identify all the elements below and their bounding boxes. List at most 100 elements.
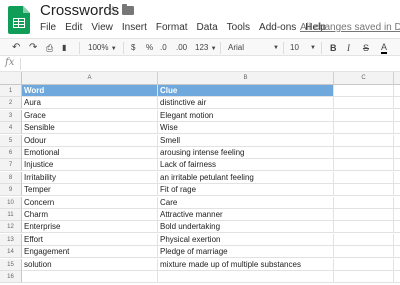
menu-insert[interactable]: Insert <box>122 22 147 33</box>
cell-clue[interactable]: mixture made up of multiple substances <box>158 258 334 271</box>
cell-empty[interactable] <box>394 234 400 246</box>
font-size-select[interactable]: 10 <box>290 42 299 54</box>
cell-clue[interactable]: Physical exertion <box>158 233 334 246</box>
row-number[interactable]: 14 <box>0 246 22 259</box>
cell-empty[interactable] <box>334 184 394 197</box>
bold-button[interactable]: B <box>330 42 337 54</box>
row-number[interactable]: 5 <box>0 134 22 147</box>
row-number[interactable]: 3 <box>0 109 22 122</box>
cell-empty[interactable] <box>394 221 400 234</box>
cell-empty[interactable] <box>394 246 400 259</box>
cell-empty[interactable] <box>334 134 394 147</box>
cell-empty[interactable] <box>394 271 400 283</box>
row-number[interactable]: 6 <box>0 147 22 159</box>
chevron-down-icon[interactable]: ▼ <box>310 42 316 54</box>
menu-tools[interactable]: Tools <box>227 22 250 33</box>
strikethrough-button[interactable]: S <box>363 42 369 54</box>
row-number[interactable]: 12 <box>0 221 22 234</box>
row-number[interactable]: 13 <box>0 233 22 246</box>
text-color-button[interactable]: A <box>381 42 388 54</box>
cell-word[interactable] <box>22 271 158 283</box>
cell-clue[interactable] <box>158 271 334 283</box>
row-number[interactable]: 10 <box>0 196 22 209</box>
redo-icon[interactable]: ↷ <box>29 42 37 54</box>
menu-format[interactable]: Format <box>156 22 188 33</box>
row-number[interactable]: 16 <box>0 271 22 283</box>
cell-empty[interactable] <box>334 258 394 271</box>
cell-empty[interactable] <box>334 233 394 246</box>
cell-clue[interactable]: Wise <box>158 122 334 135</box>
cell-empty[interactable] <box>334 85 394 97</box>
cell-empty[interactable] <box>394 97 400 110</box>
cell-clue[interactable]: Smell <box>158 134 334 147</box>
cell-word[interactable]: Concern <box>22 196 158 209</box>
chevron-down-icon[interactable]: ▼ <box>273 42 279 54</box>
cell-empty[interactable] <box>394 110 400 122</box>
menu-view[interactable]: View <box>91 22 113 33</box>
column-header-d[interactable] <box>394 72 400 85</box>
cell-clue[interactable]: an irritable petulant feeling <box>158 171 334 184</box>
row-number[interactable]: 2 <box>0 97 22 110</box>
cell-empty[interactable] <box>394 135 400 147</box>
cell-empty[interactable] <box>394 197 400 209</box>
cell-clue[interactable]: Elegant motion <box>158 109 334 122</box>
cell-clue[interactable]: distinctive air <box>158 97 334 110</box>
cell-empty[interactable] <box>334 209 394 221</box>
row-number[interactable]: 1 <box>0 85 22 97</box>
menu-addons[interactable]: Add-ons <box>259 22 296 33</box>
sheets-logo-icon[interactable] <box>8 6 30 34</box>
menu-data[interactable]: Data <box>197 22 218 33</box>
paint-format-icon[interactable]: ▮ <box>62 42 66 54</box>
undo-icon[interactable]: ↶ <box>12 42 20 54</box>
cell-word[interactable]: Sensible <box>22 122 158 135</box>
row-number[interactable]: 9 <box>0 184 22 197</box>
cell-empty[interactable] <box>334 97 394 110</box>
cell-empty[interactable] <box>334 109 394 122</box>
header-cell-word[interactable]: Word <box>22 85 158 97</box>
cell-empty[interactable] <box>334 271 394 283</box>
cell-word[interactable]: Grace <box>22 109 158 122</box>
percent-button[interactable]: % <box>146 42 153 54</box>
row-number[interactable]: 15 <box>0 258 22 271</box>
cell-word[interactable]: Aura <box>22 97 158 110</box>
currency-button[interactable]: $ <box>131 42 135 54</box>
cell-empty[interactable] <box>394 209 400 221</box>
cell-clue[interactable]: Fit of rage <box>158 184 334 197</box>
cell-word[interactable]: Odour <box>22 134 158 147</box>
cell-word[interactable]: solution <box>22 258 158 271</box>
decrease-decimals-button[interactable]: .0 <box>160 42 167 54</box>
row-number[interactable]: 4 <box>0 122 22 135</box>
formula-input[interactable] <box>26 58 396 70</box>
row-number[interactable]: 11 <box>0 209 22 221</box>
folder-icon[interactable] <box>122 4 134 15</box>
cell-clue[interactable]: Attractive manner <box>158 209 334 221</box>
cell-word[interactable]: Charm <box>22 209 158 221</box>
cell-word[interactable]: Irritability <box>22 171 158 184</box>
more-formats-select[interactable]: 123 ▼ <box>195 42 217 54</box>
select-all-corner[interactable] <box>0 72 22 85</box>
cell-clue[interactable]: arousing intense feeling <box>158 147 334 159</box>
cell-empty[interactable] <box>394 122 400 135</box>
star-outline-icon[interactable]: ☆ <box>107 3 119 19</box>
italic-button[interactable]: I <box>347 42 350 54</box>
cell-word[interactable]: Enterprise <box>22 221 158 234</box>
cell-empty[interactable] <box>334 171 394 184</box>
cell-clue[interactable]: Pledge of marriage <box>158 246 334 259</box>
cell-word[interactable]: Engagement <box>22 246 158 259</box>
column-header-b[interactable]: B <box>158 72 334 85</box>
cell-empty[interactable] <box>334 246 394 259</box>
zoom-select[interactable]: 100% ▼ <box>88 42 117 54</box>
increase-decimals-button[interactable]: .00 <box>176 42 187 54</box>
cell-word[interactable]: Emotional <box>22 147 158 159</box>
cell-clue[interactable]: Bold undertaking <box>158 221 334 234</box>
row-number[interactable]: 7 <box>0 159 22 172</box>
cell-empty[interactable] <box>394 147 400 159</box>
print-icon[interactable]: ⎙ <box>46 42 53 54</box>
cell-empty[interactable] <box>334 122 394 135</box>
menu-edit[interactable]: Edit <box>65 22 82 33</box>
font-select[interactable]: Arial <box>228 42 244 54</box>
cell-empty[interactable] <box>334 196 394 209</box>
cell-empty[interactable] <box>394 159 400 172</box>
menu-file[interactable]: File <box>40 22 56 33</box>
cell-clue[interactable]: Care <box>158 196 334 209</box>
